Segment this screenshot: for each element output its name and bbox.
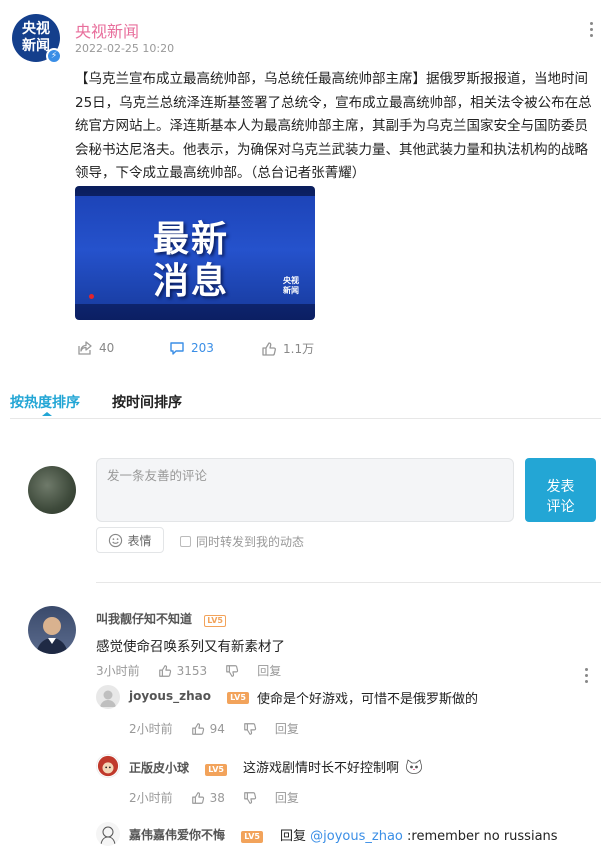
active-tab-caret — [42, 412, 52, 416]
level-badge: LV5 — [227, 692, 249, 704]
reply-like-button[interactable]: 94 — [191, 722, 225, 736]
reply-text: 回复 @joyous_zhao :remember no russians — [280, 829, 558, 844]
thumbs-up-icon — [158, 664, 171, 677]
post-image[interactable]: 最新 消息 央视 新闻 — [75, 186, 315, 320]
emoji-label: 表情 — [127, 533, 152, 548]
reply-like-button[interactable]: 38 — [191, 791, 225, 805]
reply-username[interactable]: 正版皮小球 LV5 — [129, 759, 227, 776]
reply-text: 这游戏剧情时长不好控制啊 — [243, 757, 423, 776]
comment-like-button[interactable]: 3153 — [158, 664, 207, 678]
tab-sort-hot[interactable]: 按热度排序 — [10, 392, 80, 412]
submit-comment-button[interactable]: 发表 评论 — [525, 458, 596, 522]
comment-icon — [170, 342, 184, 355]
reply-avatar[interactable] — [96, 754, 120, 778]
sort-tabs: 按热度排序 按时间排序 — [0, 384, 611, 420]
repost-checkbox[interactable]: 同时转发到我的动态 — [180, 533, 304, 550]
thumbs-down-icon — [244, 722, 257, 735]
reply-meta: 2小时前 94 回复 — [129, 720, 317, 737]
share-icon — [78, 341, 92, 355]
my-avatar[interactable] — [28, 466, 76, 514]
comment-reply-button[interactable]: 回复 — [257, 662, 281, 679]
thumbs-up-icon — [262, 341, 276, 356]
comment-dislike-button[interactable] — [225, 664, 239, 678]
like-button[interactable]: 1.1万 — [261, 340, 314, 357]
thumbs-down-icon — [244, 791, 257, 804]
author-name[interactable]: 央视新闻 — [75, 18, 139, 42]
default-avatar-icon — [100, 690, 116, 707]
emoji-button[interactable]: 表情 — [96, 527, 164, 553]
post-time: 2022-02-25 10:20 — [75, 42, 175, 55]
level-badge: LV5 — [205, 764, 227, 776]
repost-button[interactable]: 40 — [77, 340, 114, 356]
post-actions: 40 203 1.1万 — [75, 340, 375, 360]
reply-avatar[interactable] — [96, 822, 120, 846]
divider — [10, 418, 601, 419]
comment-button[interactable]: 203 — [169, 340, 214, 356]
reply-username[interactable]: joyous_zhao LV5 — [129, 689, 249, 704]
reply-avatar[interactable] — [96, 685, 120, 709]
post-text: 【乌克兰宣布成立最高统帅部，乌总统任最高统帅部主席】据俄罗斯报报道，当地时间25… — [75, 71, 592, 181]
comment-count: 203 — [191, 341, 214, 355]
person-icon — [36, 617, 68, 654]
repost-checkbox-label: 同时转发到我的动态 — [196, 535, 305, 549]
comment-input[interactable]: 发一条友善的评论 — [96, 458, 514, 522]
author-avatar[interactable]: 央视 新闻 ⚡ — [12, 14, 62, 64]
reply-reply-button[interactable]: 回复 — [275, 720, 299, 737]
image-logo: 央视 新闻 — [283, 276, 299, 295]
reply-dislike-button[interactable] — [243, 791, 257, 805]
sketch-avatar-icon — [100, 826, 116, 845]
comment-time: 3小时前 — [96, 664, 140, 678]
level-badge: LV5 — [204, 615, 226, 627]
image-headline-2: 消息 — [153, 261, 230, 302]
repost-count: 40 — [99, 341, 115, 355]
character-avatar-icon — [97, 755, 119, 777]
comment-username[interactable]: 叫我靓仔知不知道 LV5 — [96, 610, 226, 627]
reply-time: 2小时前 — [129, 791, 173, 805]
thumbs-down-icon — [226, 664, 239, 677]
reply-username[interactable]: 嘉伟嘉伟爱你不悔 LV5 — [129, 826, 263, 843]
commenter-avatar[interactable] — [28, 606, 76, 654]
level-badge: LV5 — [241, 831, 263, 843]
reply-reply-button[interactable]: 回复 — [275, 789, 299, 806]
reply-dislike-button[interactable] — [243, 722, 257, 736]
live-dot — [89, 294, 94, 299]
divider — [96, 582, 601, 583]
thumbs-up-icon — [191, 791, 204, 804]
comment-more-icon[interactable] — [585, 668, 591, 686]
reply-meta: 2小时前 38 回复 — [129, 789, 317, 806]
comment-text: 感觉使命召唤系列又有新素材了 — [96, 639, 285, 655]
cat-emoji-icon — [405, 759, 423, 775]
smile-icon — [109, 533, 123, 547]
thumbs-up-icon — [191, 722, 204, 735]
verified-icon: ⚡ — [46, 48, 62, 64]
tab-sort-time[interactable]: 按时间排序 — [112, 392, 182, 412]
more-options-icon[interactable] — [590, 22, 596, 40]
reply-time: 2小时前 — [129, 722, 173, 736]
like-count: 1.1万 — [283, 342, 315, 356]
checkbox-box[interactable] — [180, 536, 191, 547]
mention-link[interactable]: @joyous_zhao — [310, 829, 403, 844]
reply-text: 使命是个好游戏，可惜不是俄罗斯做的 — [257, 692, 479, 707]
avatar-text-top: 央视 — [22, 21, 50, 37]
comment-meta: 3小时前 3153 回复 — [96, 662, 299, 679]
